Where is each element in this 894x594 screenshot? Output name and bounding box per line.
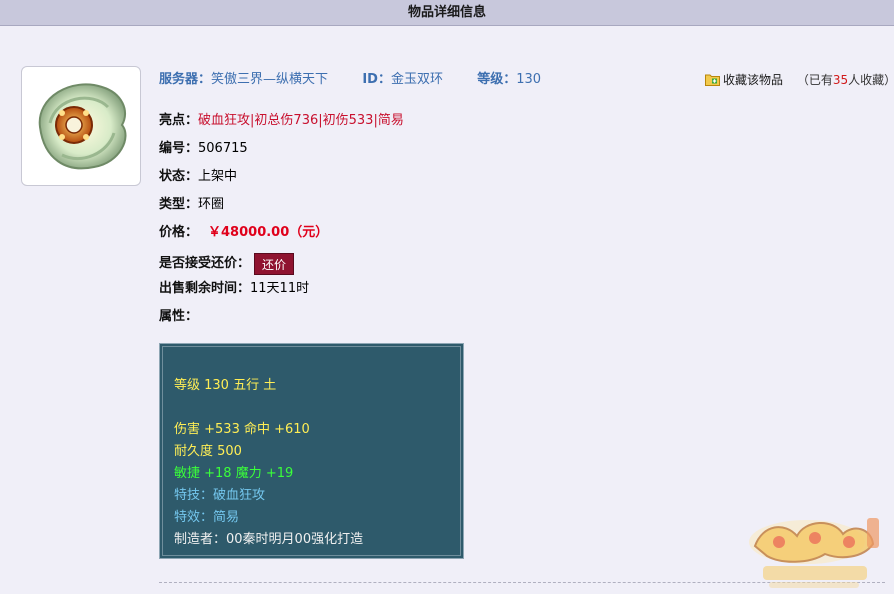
level-label: 等级： [477,72,517,87]
game-logo-watermark [745,512,885,592]
remaining-time-label: 出售剩余时间： [159,281,251,296]
id-value: 金玉双环 [390,72,443,87]
highlights-row: 亮点：破血狂攻|初总伤736|初伤533|简易 [159,111,404,131]
attr-agility-magic: 敏捷 +18 魔力 +19 [174,466,294,481]
favorite-area: 收藏该物品 （已有35人收藏） [705,71,894,89]
remaining-time-row: 出售剩余时间：11天11时 [159,279,309,299]
remaining-time-value: 11天11时 [250,281,310,296]
status-row: 状态：上架中 [159,167,237,187]
serial-row: 编号：506715 [159,139,248,159]
favorite-count-prefix: （已有 [796,73,833,87]
highlights-label: 亮点： [159,113,199,128]
favorite-count-suffix: 人收藏） [848,73,894,87]
type-row: 类型：环圈 [159,195,224,215]
highlight-tag: 初总伤736 [254,113,319,128]
bargain-button[interactable]: 还价 [254,252,295,275]
server-value: 笑傲三界—纵横天下 [211,72,329,87]
price-label: 价格： [159,225,199,240]
attr-level-element: 等级 130 五行 土 [174,378,277,393]
ring-item-icon [38,83,127,170]
attr-maker: 制造者：00秦时明月00强化打造 [174,532,364,547]
attributes-row: 属性： [159,307,198,327]
item-thumbnail [21,66,141,186]
attr-durability: 耐久度 500 [174,444,242,459]
serial-value: 506715 [198,141,248,156]
server-label: 服务器： [159,72,212,87]
page-title: 物品详细信息 [0,0,894,26]
serial-label: 编号： [159,141,199,156]
price-row: 价格： ￥48000.00（元） [159,223,328,243]
level-value: 130 [516,72,542,87]
highlight-tag: 初伤533 [322,113,374,128]
status-value: 上架中 [198,169,238,184]
attr-special-effect: 特效：简易 [174,510,240,525]
attributes-label: 属性： [159,309,199,324]
favorite-count: 35 [832,73,849,87]
attribute-panel: 等级 130 五行 土 伤害 +533 命中 +610 耐久度 500 敏捷 +… [159,343,464,559]
folder-add-icon[interactable] [705,73,720,86]
attr-special-skill: 特技：破血狂攻 [174,488,266,503]
id-label: ID： [362,72,391,87]
favorite-link[interactable]: 收藏该物品 [723,73,783,87]
bargain-row: 是否接受还价： 还价 [159,252,295,276]
type-label: 类型： [159,197,199,212]
highlight-tag: 简易 [377,113,404,128]
status-label: 状态： [159,169,199,184]
highlight-tag: 破血狂攻 [198,113,251,128]
price-value: ￥48000.00（元） [208,225,329,240]
attr-damage-hit: 伤害 +533 命中 +610 [174,422,310,437]
type-value: 环圈 [198,197,225,212]
item-header: 服务器：笑傲三界—纵横天下 ID：金玉双环 等级：130 [159,71,541,89]
bargain-label: 是否接受还价： [159,256,251,271]
